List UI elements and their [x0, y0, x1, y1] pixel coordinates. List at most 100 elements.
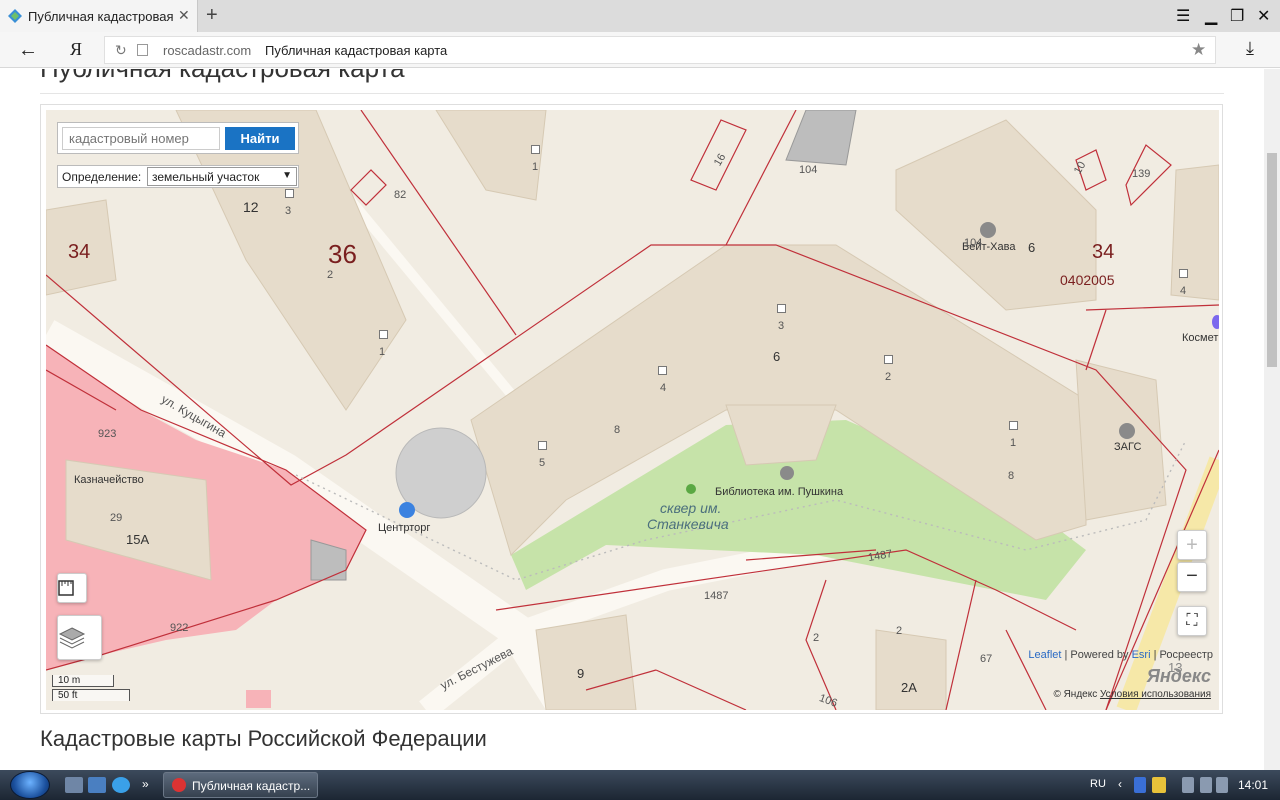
- bluetooth-icon[interactable]: [1134, 777, 1146, 793]
- address-bar: ← Я ↻ roscadastr.com Публичная кадастров…: [0, 32, 1280, 68]
- entrance-door-icon: [379, 330, 388, 339]
- scrollbar-thumb[interactable]: [1267, 153, 1277, 367]
- browser-tab[interactable]: Публичная кадастровая ✕: [0, 0, 198, 32]
- entrance-door-icon: [1179, 269, 1188, 278]
- house-6-main: 6: [773, 349, 781, 364]
- rings-icon[interactable]: [1119, 423, 1135, 439]
- action-center-icon[interactable]: [1200, 777, 1212, 793]
- close-tab-icon[interactable]: ✕: [178, 7, 190, 24]
- entrance-door-icon: [1009, 421, 1018, 430]
- zoom-in-button[interactable]: +: [1177, 530, 1207, 560]
- entrance-5: 5: [539, 457, 546, 469]
- entrance-door-icon: [884, 355, 893, 364]
- poi-kosmet[interactable]: Космет: [1182, 332, 1218, 344]
- entrance-2b: 2: [327, 269, 334, 281]
- heading-divider: [40, 93, 1224, 94]
- num-2b: 2: [896, 625, 903, 637]
- shop-cart-icon[interactable]: [399, 502, 415, 518]
- definition-select[interactable]: земельный участок ▼: [147, 167, 297, 186]
- back-arrow-icon[interactable]: ←: [18, 39, 38, 62]
- entrance-1: 1: [1010, 437, 1017, 449]
- num-29: 29: [110, 512, 123, 524]
- quarter-label-34-right: 34: [1092, 241, 1115, 263]
- url-domain: roscadastr.com: [163, 43, 252, 58]
- num-104a: 104: [799, 164, 818, 176]
- num-922: 922: [170, 622, 189, 634]
- quarter-label-34-left: 34: [68, 241, 91, 263]
- restore-icon[interactable]: ❐: [1230, 6, 1244, 26]
- library-book-icon[interactable]: [780, 466, 794, 480]
- minimize-icon[interactable]: ▁: [1205, 6, 1217, 26]
- ruler-button[interactable]: [57, 573, 87, 603]
- url-field[interactable]: ↻ roscadastr.com Публичная кадастровая к…: [104, 36, 1216, 64]
- poi-zags[interactable]: ЗАГС: [1114, 441, 1141, 453]
- poi-marker-icon[interactable]: [1212, 315, 1219, 329]
- layers-icon: [58, 627, 86, 649]
- entrance-door-icon: [538, 441, 547, 450]
- entrance-2: 2: [885, 371, 892, 383]
- search-button[interactable]: Найти: [225, 127, 295, 150]
- reload-icon[interactable]: ↻: [115, 42, 127, 59]
- num-8b: 8: [1008, 470, 1015, 482]
- powered-by-text: | Powered by: [1064, 649, 1129, 661]
- page-content: Публичная кадастровая карта: [0, 69, 1264, 770]
- volume-icon[interactable]: [1216, 777, 1228, 793]
- windows-taskbar: » Публичная кадастр... RU ‹ 14:01: [0, 770, 1280, 800]
- tab-bar: Публичная кадастровая ✕ + ☰ ▁ ❐ ✕: [0, 0, 1280, 32]
- cadastral-map[interactable]: 34 36 34 0402005 ул. Куцыгина ул. Бестуж…: [46, 110, 1219, 710]
- entrance-door-icon: [285, 189, 294, 198]
- num-8a: 8: [614, 424, 621, 436]
- cadastral-number-input[interactable]: [62, 127, 220, 150]
- download-icon[interactable]: ⤓: [1246, 38, 1254, 59]
- close-window-icon[interactable]: ✕: [1257, 6, 1270, 26]
- yandex-browser-icon: [172, 778, 186, 792]
- search-engine-logo[interactable]: Я: [70, 39, 82, 60]
- clock[interactable]: 14:01: [1238, 778, 1268, 792]
- menu-icon[interactable]: ☰: [1176, 6, 1190, 26]
- terms-link[interactable]: Условия использования: [1100, 689, 1211, 700]
- bookmark-star-icon[interactable]: ★: [1191, 40, 1206, 60]
- taskbar-browser-item[interactable]: Публичная кадастр...: [163, 772, 318, 798]
- new-tab-icon[interactable]: +: [206, 4, 218, 27]
- entrance-3b: 3: [285, 205, 292, 217]
- scale-imperial: 50 ft: [52, 689, 130, 701]
- esri-link[interactable]: Esri: [1132, 649, 1151, 661]
- poi-tsentrtorg[interactable]: Центрторг: [378, 522, 430, 534]
- show-desktop-icon[interactable]: [65, 777, 83, 793]
- num-139: 139: [1132, 168, 1151, 180]
- copyright-text: © Яндекс: [1053, 689, 1098, 700]
- zoom-out-button[interactable]: −: [1177, 562, 1207, 592]
- definition-select-value: земельный участок: [152, 170, 260, 184]
- poi-kaznacheystvo[interactable]: Казначейство: [74, 474, 144, 486]
- poi-library[interactable]: Библиотека им. Пушкина: [715, 486, 843, 498]
- fullscreen-icon: ⛶: [1186, 612, 1198, 629]
- network-icon[interactable]: [1182, 777, 1194, 793]
- entrance-3: 3: [778, 320, 785, 332]
- site-favicon-icon: [8, 9, 22, 23]
- page-scrollbar[interactable]: [1264, 69, 1280, 770]
- section-heading: Кадастровые карты Российской Федерации: [40, 726, 487, 751]
- house-12: 12: [243, 199, 259, 215]
- url-page-title: Публичная кадастровая карта: [265, 43, 448, 58]
- page-info-icon[interactable]: [137, 44, 148, 56]
- building-top-1: [435, 110, 547, 201]
- map-canvas[interactable]: [46, 110, 1219, 710]
- park-tree-icon: [686, 484, 696, 494]
- explorer-icon[interactable]: [88, 777, 106, 793]
- taskbar-item-title: Публичная кадастр...: [192, 779, 311, 793]
- tab-title: Публичная кадастровая: [28, 9, 174, 24]
- leaflet-link[interactable]: Leaflet: [1028, 649, 1061, 661]
- num-923: 923: [98, 428, 117, 440]
- start-button[interactable]: [10, 771, 50, 799]
- fullscreen-button[interactable]: ⛶: [1177, 606, 1207, 636]
- poi-square-line2: Станкевича: [647, 516, 729, 532]
- language-indicator[interactable]: RU: [1090, 778, 1106, 790]
- entrance-door-icon: [531, 145, 540, 154]
- rosreestr-text: | Росреестр: [1153, 649, 1213, 661]
- tray-app-icon[interactable]: [1152, 777, 1166, 793]
- star-of-david-icon[interactable]: [980, 222, 996, 238]
- map-copyright: © Яндекс Условия использования: [1053, 689, 1211, 700]
- chevron-right-icon[interactable]: »: [142, 777, 160, 793]
- internet-explorer-icon[interactable]: [112, 777, 130, 793]
- layers-button[interactable]: [57, 615, 102, 660]
